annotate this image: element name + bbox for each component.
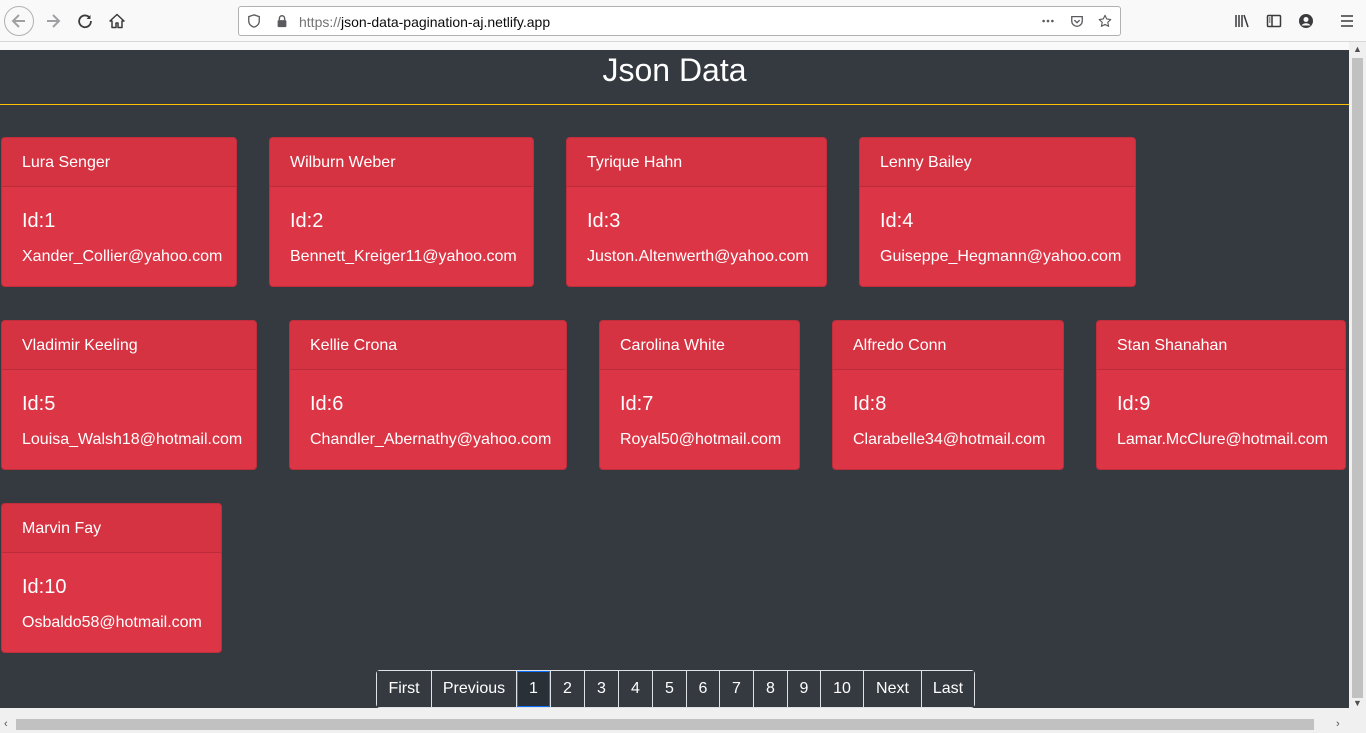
user-card: Carolina White Id:7 Royal50@hotmail.com	[599, 320, 800, 470]
user-card: Alfredo Conn Id:8 Clarabelle34@hotmail.c…	[832, 320, 1064, 470]
card-id: Id:8	[853, 393, 887, 415]
pagination: First Previous 1 2 3 4 5 6 7 8 9 10 Next…	[376, 670, 975, 708]
scroll-right-icon[interactable]: ›	[1336, 718, 1340, 730]
card-email: Bennett_Kreiger11@yahoo.com	[290, 248, 517, 265]
scroll-corner	[1349, 708, 1366, 733]
page-button-10[interactable]: 10	[821, 671, 864, 707]
card-id: Id:3	[587, 210, 621, 232]
page-button-5[interactable]: 5	[653, 671, 687, 707]
user-card: Lura Senger Id:1 Xander_Collier@yahoo.co…	[1, 137, 237, 287]
page-content: Json Data Lura Senger Id:1 Xander_Collie…	[0, 50, 1349, 708]
card-name: Marvin Fay	[2, 504, 221, 553]
page-title: Json Data	[602, 52, 747, 88]
url-bar[interactable]: https://json-data-pagination-aj.netlify.…	[238, 6, 1121, 36]
card-email: Louisa_Walsh18@hotmail.com	[22, 431, 243, 448]
user-card: Lenny Bailey Id:4 Guiseppe_Hegmann@yahoo…	[859, 137, 1136, 287]
star-icon[interactable]	[1098, 14, 1114, 30]
back-icon[interactable]	[4, 6, 34, 36]
card-id: Id:7	[620, 393, 654, 415]
card-email: Clarabelle34@hotmail.com	[853, 431, 1046, 448]
page-bottom-edge	[0, 708, 1349, 716]
forward-icon[interactable]	[38, 6, 68, 36]
card-email: Lamar.McClure@hotmail.com	[1117, 431, 1328, 448]
user-card: Wilburn Weber Id:2 Bennett_Kreiger11@yah…	[269, 137, 534, 287]
horizontal-scroll-thumb[interactable]	[16, 719, 1314, 730]
reload-icon[interactable]	[70, 6, 100, 36]
vertical-scroll-thumb[interactable]	[1352, 58, 1363, 698]
card-name: Stan Shanahan	[1097, 321, 1345, 370]
card-id: Id:10	[22, 576, 67, 598]
card-name: Lura Senger	[2, 138, 236, 187]
last-page-button[interactable]: Last	[922, 671, 974, 707]
user-card: Stan Shanahan Id:9 Lamar.McClure@hotmail…	[1096, 320, 1346, 470]
page-button-7[interactable]: 7	[720, 671, 754, 707]
page-button-4[interactable]: 4	[619, 671, 653, 707]
menu-icon[interactable]	[1337, 11, 1357, 31]
card-id: Id:1	[22, 210, 56, 232]
page-button-2[interactable]: 2	[551, 671, 585, 707]
card-id: Id:2	[290, 210, 324, 232]
card-name: Alfredo Conn	[833, 321, 1063, 370]
card-name: Vladimir Keeling	[2, 321, 256, 370]
more-icon[interactable]	[1041, 14, 1057, 30]
url-text[interactable]: https://json-data-pagination-aj.netlify.…	[299, 14, 550, 30]
sidebar-icon[interactable]	[1264, 11, 1284, 31]
page-button-3[interactable]: 3	[585, 671, 619, 707]
vertical-scrollbar[interactable]: ▲ ▼	[1349, 42, 1366, 708]
shield-icon[interactable]	[247, 14, 263, 30]
card-email: Guiseppe_Hegmann@yahoo.com	[880, 248, 1122, 265]
scroll-down-icon[interactable]: ▼	[1353, 698, 1362, 708]
card-id: Id:4	[880, 210, 914, 232]
page-button-9[interactable]: 9	[788, 671, 821, 707]
library-icon[interactable]	[1232, 11, 1252, 31]
page-button-6[interactable]: 6	[687, 671, 720, 707]
user-card: Vladimir Keeling Id:5 Louisa_Walsh18@hot…	[1, 320, 257, 470]
first-page-button[interactable]: First	[377, 671, 432, 707]
scroll-up-icon[interactable]: ▲	[1353, 44, 1362, 54]
page-button-8[interactable]: 8	[754, 671, 788, 707]
card-name: Lenny Bailey	[860, 138, 1135, 187]
account-icon[interactable]	[1296, 11, 1316, 31]
pocket-icon[interactable]	[1070, 14, 1086, 30]
card-name: Kellie Crona	[290, 321, 566, 370]
card-email: Juston.Altenwerth@yahoo.com	[587, 248, 809, 265]
page-button-1[interactable]: 1	[517, 671, 551, 707]
scroll-left-icon[interactable]: ‹	[4, 718, 8, 730]
card-id: Id:6	[310, 393, 344, 415]
card-name: Carolina White	[600, 321, 799, 370]
card-email: Chandler_Abernathy@yahoo.com	[310, 431, 552, 448]
card-name: Wilburn Weber	[270, 138, 533, 187]
next-page-button[interactable]: Next	[864, 671, 922, 707]
browser-toolbar: https://json-data-pagination-aj.netlify.…	[0, 0, 1366, 42]
horizontal-scrollbar[interactable]: ‹ ›	[0, 716, 1349, 733]
card-id: Id:5	[22, 393, 56, 415]
card-name: Tyrique Hahn	[567, 138, 826, 187]
home-icon[interactable]	[102, 6, 132, 36]
user-card: Tyrique Hahn Id:3 Juston.Altenwerth@yaho…	[566, 137, 827, 287]
user-card: Marvin Fay Id:10 Osbaldo58@hotmail.com	[1, 503, 222, 653]
user-card: Kellie Crona Id:6 Chandler_Abernathy@yah…	[289, 320, 567, 470]
card-id: Id:9	[1117, 393, 1151, 415]
card-email: Xander_Collier@yahoo.com	[22, 248, 223, 265]
previous-page-button[interactable]: Previous	[432, 671, 517, 707]
card-email: Osbaldo58@hotmail.com	[22, 614, 202, 631]
card-email: Royal50@hotmail.com	[620, 431, 782, 448]
lock-icon[interactable]	[275, 14, 291, 30]
title-divider	[0, 104, 1349, 105]
